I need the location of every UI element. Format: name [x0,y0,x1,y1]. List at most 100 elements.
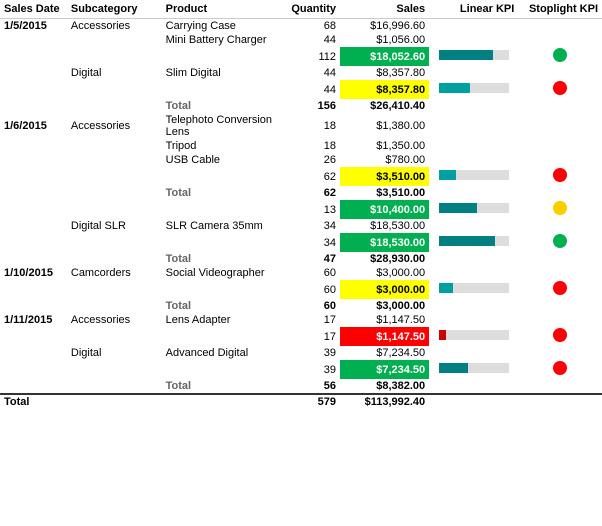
cell-stoplight-kpi [518,186,602,200]
cell-subcategory: Accessories [67,113,162,139]
cell-quantity: 44 [279,33,340,47]
stoplight-circle [553,328,567,342]
table-row: Total56$8,382.00 [0,379,602,394]
cell-sales: $3,510.00 [340,186,429,200]
table-row: Total47$28,930.00 [0,252,602,266]
cell-linear-kpi [429,346,518,360]
grand-total-label: Total [0,394,67,409]
kpi-bar [439,203,478,213]
cell-product: Mini Battery Charger [162,33,279,47]
stoplight-circle [553,48,567,62]
header-sales: Sales [340,0,429,19]
cell-product [162,233,279,252]
table-row: 60$3,000.00 [0,280,602,299]
stoplight-circle [553,201,567,215]
table-row: 1/6/2015AccessoriesTelephoto Conversion … [0,113,602,139]
cell-quantity: 44 [279,80,340,99]
cell-subcategory [67,327,162,346]
cell-subcategory [67,299,162,313]
cell-product [162,80,279,99]
cell-linear-kpi [429,186,518,200]
cell-quantity: 18 [279,113,340,139]
cell-product: Slim Digital [162,66,279,80]
cell-quantity: 68 [279,19,340,34]
cell-date [0,233,67,252]
cell-subcategory [67,99,162,113]
cell-stoplight-kpi [518,200,602,219]
cell-linear-kpi [429,99,518,113]
cell-product: Total [162,252,279,266]
cell-product: Social Videographer [162,266,279,280]
cell-linear-kpi [429,200,518,219]
cell-sales: $8,357.80 [340,66,429,80]
header-linear-kpi: Linear KPI [429,0,518,19]
table-row: DigitalAdvanced Digital39$7,234.50 [0,346,602,360]
grand-total-row: Total579$113,992.40 [0,394,602,409]
cell-stoplight-kpi [518,99,602,113]
cell-quantity: 60 [279,266,340,280]
cell-subcategory [67,360,162,379]
cell-quantity: 44 [279,66,340,80]
cell-linear-kpi [429,299,518,313]
report-table: Sales Date Subcategory Product Quantity … [0,0,602,409]
cell-date [0,200,67,219]
cell-subcategory [67,186,162,200]
kpi-bar-container [439,203,509,213]
cell-product: Advanced Digital [162,346,279,360]
cell-sales: $3,000.00 [340,280,429,299]
cell-linear-kpi [429,280,518,299]
cell-date [0,153,67,167]
cell-date [0,379,67,394]
cell-linear-kpi [429,252,518,266]
cell-quantity: 62 [279,186,340,200]
kpi-bar [439,170,457,180]
cell-stoplight-kpi [518,33,602,47]
report-table-container: Sales Date Subcategory Product Quantity … [0,0,602,409]
cell-date: 1/10/2015 [0,266,67,280]
table-row: USB Cable26$780.00 [0,153,602,167]
table-row: Total62$3,510.00 [0,186,602,200]
cell-date [0,139,67,153]
stoplight-circle [553,81,567,95]
cell-sales: $3,000.00 [340,266,429,280]
cell-subcategory: Camcorders [67,266,162,280]
table-row: 13$10,400.00 [0,200,602,219]
cell-stoplight-kpi [518,153,602,167]
cell-stoplight-kpi [518,360,602,379]
cell-subcategory [67,153,162,167]
grand-total-empty-2 [162,394,279,409]
grand-total-empty-1 [67,394,162,409]
cell-subcategory [67,280,162,299]
cell-date [0,219,67,233]
cell-date [0,252,67,266]
table-row: 34$18,530.00 [0,233,602,252]
cell-sales: $8,382.00 [340,379,429,394]
stoplight-circle [553,281,567,295]
cell-date [0,80,67,99]
cell-product [162,200,279,219]
cell-linear-kpi [429,139,518,153]
cell-linear-kpi [429,167,518,186]
cell-product: Carrying Case [162,19,279,34]
cell-subcategory [67,47,162,66]
table-row: Total156$26,410.40 [0,99,602,113]
cell-quantity: 156 [279,99,340,113]
grand-total-qty: 579 [279,394,340,409]
cell-date: 1/11/2015 [0,313,67,327]
cell-subcategory [67,233,162,252]
cell-stoplight-kpi [518,167,602,186]
cell-stoplight-kpi [518,346,602,360]
cell-date [0,66,67,80]
cell-date: 1/6/2015 [0,113,67,139]
cell-sales: $1,380.00 [340,113,429,139]
kpi-bar-container [439,83,509,93]
cell-quantity: 112 [279,47,340,66]
cell-product: Total [162,299,279,313]
kpi-bar [439,363,468,373]
cell-linear-kpi [429,233,518,252]
table-row: Mini Battery Charger44$1,056.00 [0,33,602,47]
cell-stoplight-kpi [518,47,602,66]
cell-product [162,280,279,299]
kpi-bar-container [439,170,509,180]
cell-quantity: 13 [279,200,340,219]
